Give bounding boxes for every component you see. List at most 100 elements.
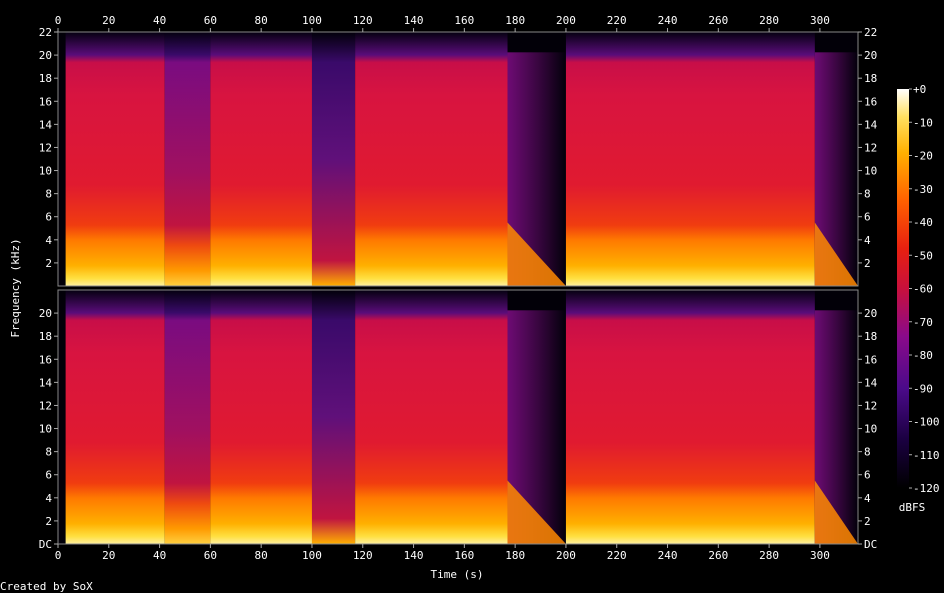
channel-2-y-tick-label-left: 18 bbox=[39, 330, 52, 343]
channel-2-y-tick-label-left: 20 bbox=[39, 307, 52, 320]
x-tick-label-bottom: 180 bbox=[505, 549, 525, 562]
channel-1-y-tick-label-left: 4 bbox=[45, 234, 52, 247]
channel-2-y-tick-label-right: 20 bbox=[864, 307, 877, 320]
channel-2-y-tick-label-left: 12 bbox=[39, 399, 52, 412]
channel-1-y-tick-label-right: 20 bbox=[864, 49, 877, 62]
channel-1-y-tick-label-left: 18 bbox=[39, 72, 52, 85]
channel-1-y-tick-label-right: 16 bbox=[864, 95, 877, 108]
x-tick-label-bottom: 220 bbox=[607, 549, 627, 562]
footer-credit: Created by SoX bbox=[0, 580, 93, 593]
channel-2-y-tick-label-left: 16 bbox=[39, 353, 52, 366]
colorbar-tick-label: -120 bbox=[913, 482, 940, 495]
channel-1-y-tick-label-right: 22 bbox=[864, 26, 877, 39]
channel-2-y-tick-label-left: DC bbox=[39, 538, 52, 551]
channel-2-y-tick-label-right: DC bbox=[864, 538, 877, 551]
channel-2-segment-loud bbox=[210, 290, 312, 544]
channel-1-y-tick-label-left: 16 bbox=[39, 95, 52, 108]
x-tick-label-bottom: 80 bbox=[255, 549, 268, 562]
channel-2-y-tick-label-right: 4 bbox=[864, 492, 871, 505]
x-tick-label-top: 140 bbox=[404, 14, 424, 27]
x-tick-label-top: 260 bbox=[708, 14, 728, 27]
y-axis-label: Frequency (kHz) bbox=[9, 238, 22, 337]
x-tick-label-top: 80 bbox=[255, 14, 268, 27]
channel-1-spectrogram bbox=[58, 32, 858, 286]
colorbar-tick-label: -100 bbox=[913, 416, 940, 429]
channel-2-y-tick-label-left: 4 bbox=[45, 492, 52, 505]
colorbar-tick-label: -50 bbox=[913, 249, 933, 262]
channel-2-y-tick-label-left: 8 bbox=[45, 446, 52, 459]
x-axis-label: Time (s) bbox=[431, 568, 484, 581]
channel-1-segment-sparse bbox=[311, 32, 356, 286]
x-tick-label-bottom: 240 bbox=[658, 549, 678, 562]
channel-1-y-tick-label-right: 14 bbox=[864, 118, 878, 131]
channel-1-y-tick-label-left: 22 bbox=[39, 26, 52, 39]
channel-1-y-tick-label-left: 12 bbox=[39, 141, 52, 154]
channel-2-y-tick-label-right: 18 bbox=[864, 330, 877, 343]
x-tick-label-bottom: 300 bbox=[810, 549, 830, 562]
colorbar-tick-label: -40 bbox=[913, 216, 933, 229]
channel-2-segment-loud bbox=[565, 290, 815, 544]
x-tick-label-top: 160 bbox=[454, 14, 474, 27]
x-tick-label-top: 300 bbox=[810, 14, 830, 27]
colorbar-tick-label: -110 bbox=[913, 449, 940, 462]
channel-1-y-tick-label-right: 6 bbox=[864, 211, 871, 224]
channel-1-segment-moderate bbox=[164, 32, 211, 286]
x-tick-label-bottom: 200 bbox=[556, 549, 576, 562]
channel-2-y-tick-label-left: 14 bbox=[39, 376, 53, 389]
colorbar-tick-label: -60 bbox=[913, 283, 933, 296]
colorbar-tick-label: -70 bbox=[913, 316, 933, 329]
x-tick-label-top: 100 bbox=[302, 14, 322, 27]
channel-1-y-tick-label-right: 10 bbox=[864, 165, 877, 178]
x-tick-label-bottom: 100 bbox=[302, 549, 322, 562]
colorbar: +0 -10 -20 -30 -40 -50 -60 -70 -80 -90 -100 -110 -12… bbox=[897, 83, 940, 495]
spectrogram-figure: 0 0 20 20 40 40 60 60 80 80 100 100 120 120 140 140 160 1… bbox=[0, 14, 940, 593]
x-tick-label-bottom: 260 bbox=[708, 549, 728, 562]
channel-1-segment-loud bbox=[565, 32, 815, 286]
channel-1-segment-loud bbox=[210, 32, 312, 286]
channel-1-y-tick-label-right: 2 bbox=[864, 257, 871, 270]
x-tick-label-top: 180 bbox=[505, 14, 525, 27]
channel-1-y-tick-label-left: 10 bbox=[39, 165, 52, 178]
x-tick-label-bottom: 120 bbox=[353, 549, 373, 562]
channel-2-spectrogram bbox=[58, 290, 858, 544]
channel-1-y-tick-label-left: 6 bbox=[45, 211, 52, 224]
channel-1-y-tick-label-right: 18 bbox=[864, 72, 877, 85]
channel-2-y-tick-label-right: 14 bbox=[864, 376, 878, 389]
colorbar-tick-label: +0 bbox=[913, 83, 926, 96]
colorbar-gradient bbox=[897, 89, 909, 488]
channel-2-y-tick-label-right: 2 bbox=[864, 515, 871, 528]
channel-2-segment-loud bbox=[355, 290, 508, 544]
channel-1-segment-loud bbox=[355, 32, 508, 286]
channel-1-y-tick-label-left: 2 bbox=[45, 257, 52, 270]
channel-2-segment-loud bbox=[65, 290, 165, 544]
x-tick-label-top: 200 bbox=[556, 14, 576, 27]
x-tick-label-top: 40 bbox=[153, 14, 166, 27]
x-tick-label-bottom: 0 bbox=[55, 549, 62, 562]
channel-2-y-tick-label-right: 6 bbox=[864, 469, 871, 482]
x-tick-label-top: 240 bbox=[658, 14, 678, 27]
x-tick-label-top: 0 bbox=[55, 14, 62, 27]
channel-1-y-tick-label-right: 4 bbox=[864, 234, 871, 247]
x-tick-label-bottom: 160 bbox=[454, 549, 474, 562]
channel-1-y-tick-label-left: 20 bbox=[39, 49, 52, 62]
channel-2-y-tick-label-left: 10 bbox=[39, 423, 52, 436]
channel-1-y-tick-label-right: 12 bbox=[864, 141, 877, 154]
x-tick-label-top: 220 bbox=[607, 14, 627, 27]
colorbar-tick-label: -80 bbox=[913, 349, 933, 362]
x-tick-label-bottom: 40 bbox=[153, 549, 166, 562]
colorbar-tick-label: -90 bbox=[913, 382, 933, 395]
x-tick-label-top: 20 bbox=[102, 14, 115, 27]
x-tick-label-top: 60 bbox=[204, 14, 217, 27]
channel-2-y-tick-label-right: 12 bbox=[864, 399, 877, 412]
x-tick-label-top: 280 bbox=[759, 14, 779, 27]
colorbar-label: dBFS bbox=[899, 501, 926, 514]
channel-2-y-tick-label-left: 2 bbox=[45, 515, 52, 528]
channel-1-y-tick-label-left: 8 bbox=[45, 188, 52, 201]
colorbar-tick-label: -30 bbox=[913, 183, 933, 196]
x-tick-label-top: 120 bbox=[353, 14, 373, 27]
channel-2-y-tick-label-right: 10 bbox=[864, 423, 877, 436]
x-tick-label-bottom: 20 bbox=[102, 549, 115, 562]
channel-2-y-tick-label-left: 6 bbox=[45, 469, 52, 482]
channel-1-y-tick-label-left: 14 bbox=[39, 118, 53, 131]
channel-2-segment-sparse bbox=[311, 290, 356, 544]
